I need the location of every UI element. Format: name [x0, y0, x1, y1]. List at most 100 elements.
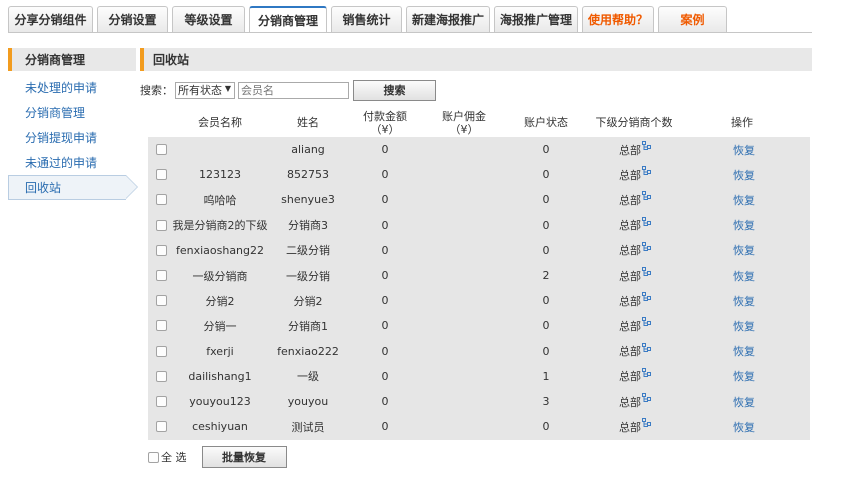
sub-distributor-link[interactable]: 总部: [619, 141, 651, 158]
cell-member-name: 一级分销商: [192, 269, 248, 283]
cell-paid-amount: 0: [381, 168, 389, 182]
header-member-name: 会员名称: [198, 116, 242, 129]
sidebar-item-pending-applications[interactable]: 未处理的申请: [8, 75, 136, 100]
restore-link[interactable]: 恢复: [724, 187, 764, 212]
cell-member-name: 我是分销商2的下级: [172, 219, 268, 233]
restore-link[interactable]: 恢复: [724, 263, 764, 288]
header-commission: 账户佣金 （¥）: [433, 110, 495, 136]
table-row: youyou123 youyou 0 3 总部 恢复: [148, 389, 810, 414]
page-title: 回收站: [140, 48, 812, 71]
select-all-checkbox[interactable]: [148, 451, 159, 463]
select-all[interactable]: 全 选: [148, 449, 187, 465]
cell-name: 一级分销: [286, 269, 330, 283]
sidebar-item-rejected-applications[interactable]: 未通过的申请: [8, 150, 136, 175]
row-checkbox[interactable]: [155, 320, 167, 332]
search-label: 搜索：: [140, 84, 173, 97]
row-checkbox[interactable]: [155, 421, 167, 433]
sub-distributor-label: 总部: [619, 420, 641, 434]
row-checkbox[interactable]: [155, 169, 167, 181]
sidebar-title: 分销商管理: [8, 48, 136, 71]
search-button[interactable]: 搜索: [353, 79, 436, 101]
sub-distributor-link[interactable]: 总部: [619, 393, 651, 410]
tab-level-settings[interactable]: 等级设置: [172, 6, 245, 32]
cell-sub-distributor: 总部: [610, 263, 660, 288]
cell-paid-amount: 0: [381, 420, 389, 434]
row-checkbox[interactable]: [155, 219, 167, 231]
table-row: 123123 852753 0 0 总部 恢复: [148, 162, 810, 187]
row-checkbox[interactable]: [155, 270, 167, 281]
tab-sales-statistics[interactable]: 销售统计: [331, 6, 402, 32]
tab-distribution-settings[interactable]: 分销设置: [97, 6, 168, 32]
row-checkbox[interactable]: [155, 144, 167, 155]
sub-distributor-link[interactable]: 总部: [619, 241, 651, 258]
table-row: 呜哈哈 shenyue3 0 0 总部 恢复: [148, 187, 810, 212]
member-name-input[interactable]: [238, 81, 349, 99]
cell-account-status: 0: [542, 294, 550, 308]
header-sub-distributor-count: 下级分销商个数: [595, 116, 673, 129]
row-checkbox[interactable]: [155, 345, 167, 357]
row-checkbox[interactable]: [155, 194, 167, 206]
cell-member-name: 呜哈哈: [203, 193, 237, 207]
restore-link[interactable]: 恢复: [724, 162, 764, 187]
header-commission-line1: 账户佣金: [442, 110, 486, 123]
header-account-status: 账户状态: [524, 116, 568, 129]
row-checkbox[interactable]: [155, 244, 167, 256]
cell-account-status: 2: [542, 269, 550, 282]
cell-commission: [448, 288, 478, 313]
status-select[interactable]: 所有状态 ▼: [175, 81, 235, 99]
restore-link[interactable]: 恢复: [724, 339, 764, 364]
tab-new-poster[interactable]: 新建海报推广: [406, 6, 490, 32]
tab-bar-divider: [8, 32, 812, 33]
tab-poster-management[interactable]: 海报推广管理: [494, 6, 578, 32]
select-all-label: 全 选: [161, 451, 187, 464]
cell-sub-distributor: 总部: [610, 313, 660, 338]
restore-link[interactable]: 恢复: [724, 313, 764, 338]
tab-cases[interactable]: 案例: [658, 6, 727, 32]
row-checkbox[interactable]: [155, 295, 167, 307]
sub-distributor-link[interactable]: 总部: [619, 216, 651, 233]
hierarchy-icon: [642, 267, 651, 276]
tab-help[interactable]: 使用帮助？: [582, 6, 654, 32]
table-header: 会员名称 姓名 付款金额 （¥） 账户佣金 （¥） 账户状态 下级分销商个数 操…: [148, 110, 810, 137]
sub-distributor-link[interactable]: 总部: [619, 367, 651, 384]
sub-distributor-link[interactable]: 总部: [619, 342, 651, 359]
sidebar-item-withdrawal-requests[interactable]: 分销提现申请: [8, 125, 136, 150]
cell-name: youyou: [287, 395, 329, 408]
cell-commission: [448, 364, 478, 389]
sub-distributor-label: 总部: [619, 244, 641, 258]
sidebar-item-distributor-management[interactable]: 分销商管理: [8, 100, 136, 125]
sub-distributor-link[interactable]: 总部: [619, 418, 651, 435]
sidebar-item-recycle-bin[interactable]: 回收站: [8, 175, 138, 200]
restore-link[interactable]: 恢复: [724, 364, 764, 389]
header-paid-amount: 付款金额 （¥）: [354, 110, 416, 136]
hierarchy-icon: [642, 367, 651, 377]
hierarchy-icon: [642, 342, 651, 352]
cell-commission: [448, 162, 478, 187]
restore-link[interactable]: 恢复: [724, 389, 764, 414]
sidebar: 分销商管理 未处理的申请 分销商管理 分销提现申请 未通过的申请 回收站: [8, 48, 138, 200]
cell-member-name: youyou123: [189, 395, 251, 408]
restore-link[interactable]: 恢复: [724, 288, 764, 313]
cell-account-status: 0: [542, 218, 550, 232]
sub-distributor-link[interactable]: 总部: [619, 317, 651, 334]
sub-distributor-link[interactable]: 总部: [619, 166, 651, 183]
batch-restore-button[interactable]: 批量恢复: [201, 446, 287, 468]
row-checkbox[interactable]: [155, 396, 167, 407]
restore-link[interactable]: 恢复: [724, 137, 764, 162]
sub-distributor-link[interactable]: 总部: [619, 267, 651, 284]
restore-link[interactable]: 恢复: [724, 414, 764, 439]
header-actions: 操作: [731, 116, 753, 129]
cell-account-status: 0: [542, 243, 550, 257]
restore-link[interactable]: 恢复: [724, 238, 764, 263]
cell-paid-amount: 0: [381, 395, 389, 408]
cell-commission: [448, 389, 478, 414]
cell-commission: [448, 137, 478, 162]
header-paid-amount-line2: （¥）: [370, 123, 400, 136]
row-checkbox[interactable]: [155, 370, 167, 382]
sub-distributor-link[interactable]: 总部: [619, 292, 651, 309]
tab-share-component[interactable]: 分享分销组件: [8, 6, 93, 32]
sub-distributor-link[interactable]: 总部: [619, 191, 651, 208]
restore-link[interactable]: 恢复: [724, 213, 764, 238]
cell-commission: [448, 339, 478, 364]
tab-distributor-management[interactable]: 分销商管理: [249, 6, 327, 33]
